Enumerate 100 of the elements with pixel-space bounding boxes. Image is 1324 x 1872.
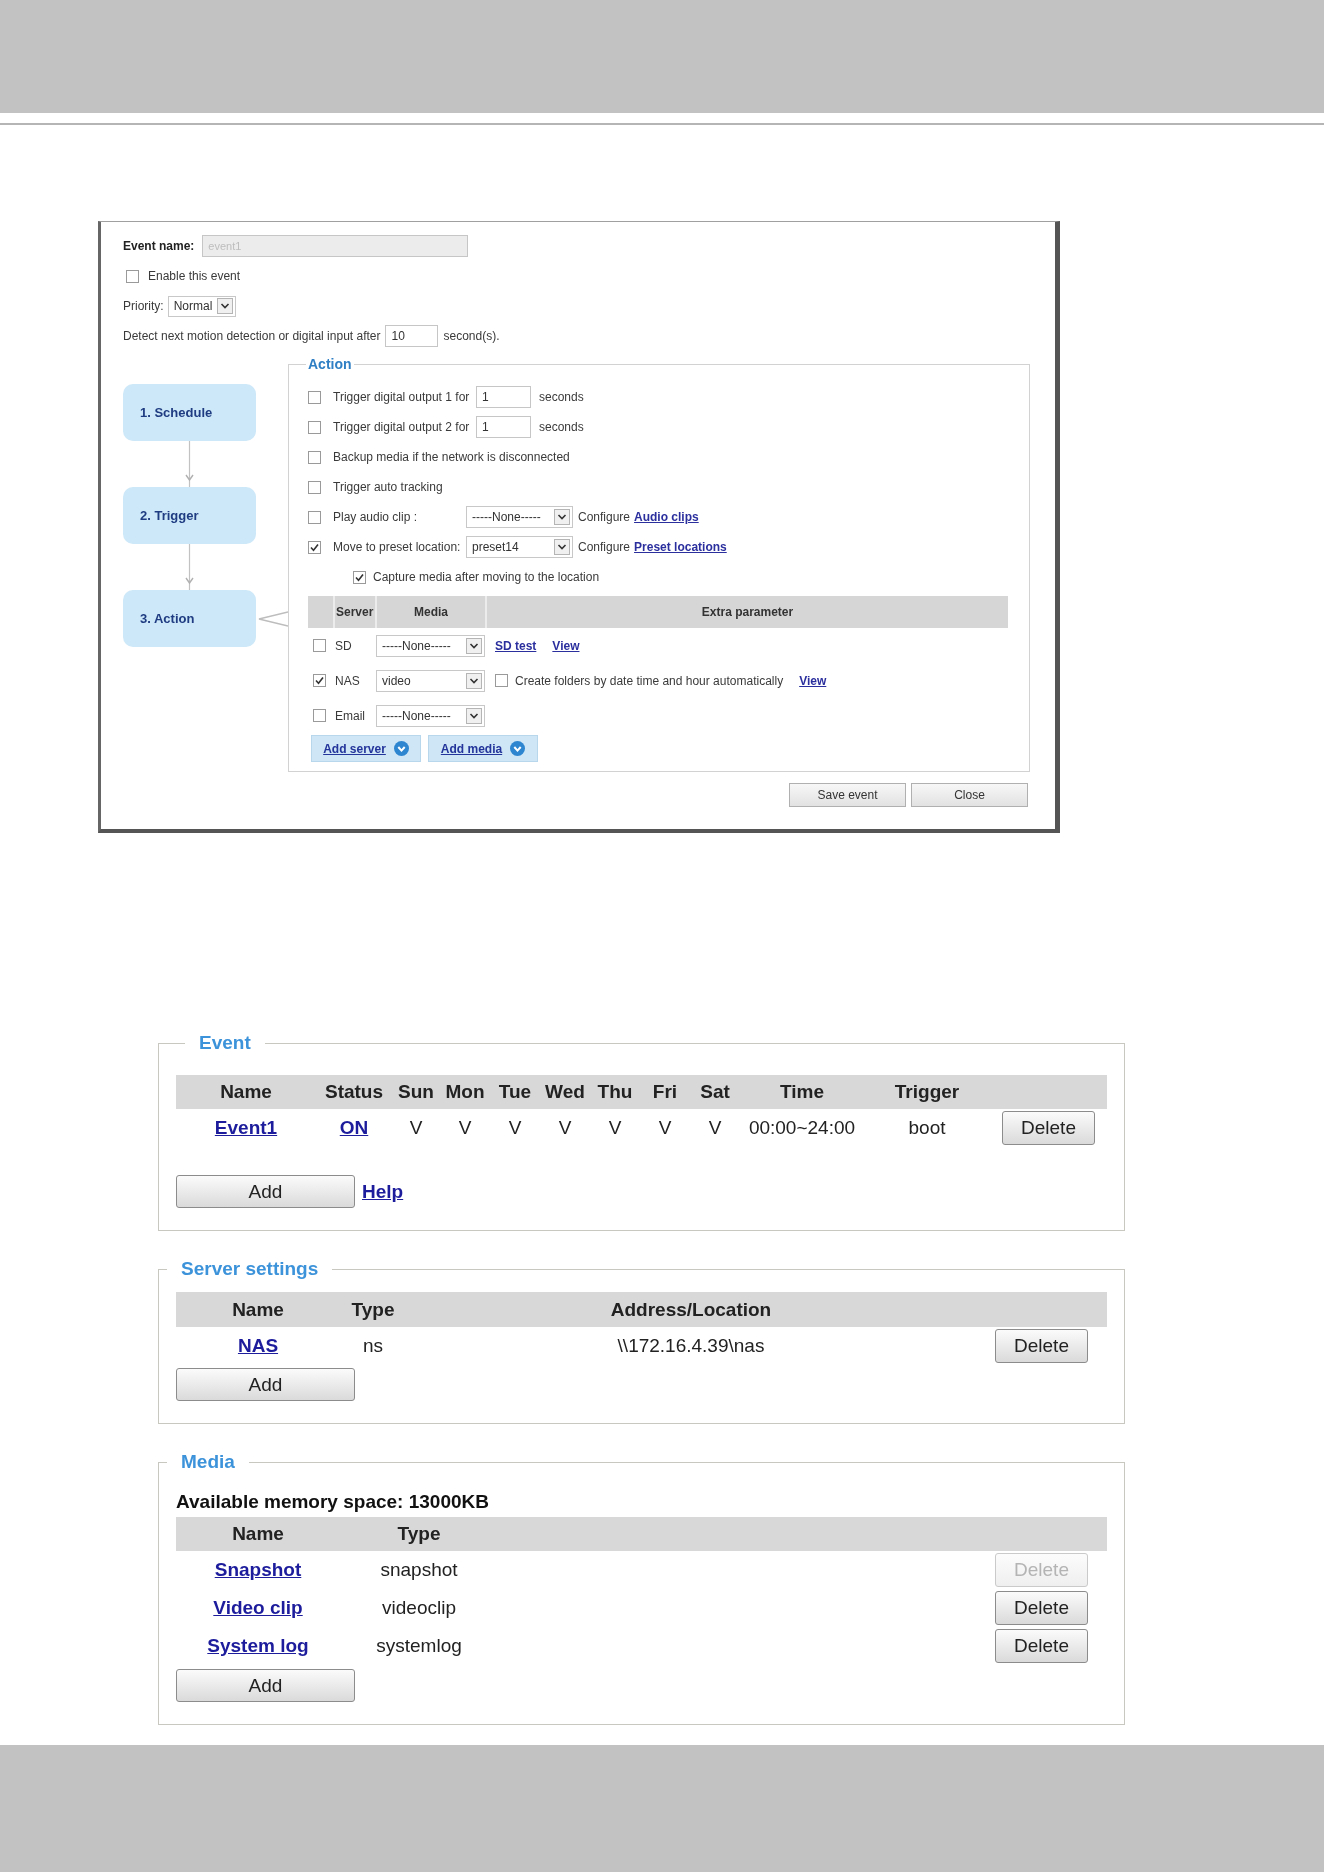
checkbox[interactable]	[353, 570, 366, 584]
step-tab[interactable]: 2. Trigger	[123, 487, 256, 544]
configure-label: Configure	[578, 510, 631, 524]
help-link[interactable]: Help	[362, 1180, 404, 1203]
option-select[interactable]: preset14	[466, 536, 573, 558]
chevron-down-icon	[466, 637, 482, 654]
table-link[interactable]: Snapshot	[214, 1559, 302, 1581]
media-select[interactable]: -----None-----	[376, 634, 485, 657]
table-link[interactable]: System log	[207, 1635, 309, 1657]
unit-label: seconds	[539, 390, 584, 404]
column-header: Mon	[444, 1081, 486, 1103]
column-header: Sat	[699, 1081, 731, 1103]
delete-button[interactable]: Delete	[995, 1629, 1088, 1663]
option-label: Trigger digital output 2 for	[333, 420, 471, 434]
table-cell-text: snapshot	[379, 1559, 459, 1581]
add-button[interactable]: Add server	[311, 735, 421, 762]
callout-pointer-icon	[258, 611, 288, 627]
checkbox[interactable]	[308, 480, 321, 494]
column-header: Name	[231, 1523, 285, 1545]
checkbox[interactable]	[313, 674, 326, 687]
table-link[interactable]: NAS	[237, 1335, 279, 1357]
column-header: Type	[350, 1298, 396, 1321]
chevron-down-icon	[216, 298, 233, 314]
chevron-down-icon	[466, 672, 482, 689]
text-link[interactable]: View	[552, 638, 580, 653]
configure-link[interactable]: Preset locations	[634, 540, 727, 554]
delay-field[interactable]: 10	[385, 325, 439, 347]
table-link[interactable]: Video clip	[213, 1597, 303, 1619]
column-header: Name	[231, 1298, 285, 1321]
checkbox[interactable]	[308, 450, 321, 464]
server-name: Email	[334, 708, 366, 723]
column-header: Type	[396, 1523, 442, 1545]
unit-label: seconds	[539, 420, 584, 434]
option-label: Backup media if the network is disconnected	[333, 450, 570, 464]
checkbox[interactable]	[308, 540, 321, 554]
option-label: Move to preset location:	[333, 540, 462, 554]
seconds-field[interactable]: 1	[476, 416, 531, 438]
delete-button[interactable]: Delete	[995, 1329, 1088, 1363]
checkbox[interactable]	[308, 510, 321, 524]
column-header: Thu	[596, 1081, 634, 1103]
delete-button[interactable]: Delete	[1002, 1111, 1095, 1145]
checkbox[interactable]	[308, 420, 321, 434]
table-cell-text: V	[707, 1117, 723, 1139]
chevron-down-icon	[554, 509, 570, 525]
chevron-down-icon	[466, 707, 482, 724]
table-cell-text: 00:00~24:00	[747, 1117, 857, 1139]
checkbox[interactable]	[495, 674, 508, 687]
checkbox-label: Create folders by date time and hour automatically	[515, 673, 784, 688]
checkbox-label: Enable this event	[148, 269, 241, 283]
column-header: Media	[375, 596, 485, 628]
priority-select[interactable]: Normal	[167, 295, 236, 317]
column-header: Server	[333, 596, 375, 628]
add-button[interactable]: Add	[176, 1669, 355, 1702]
option-label: Trigger auto tracking	[333, 480, 443, 494]
chevron-circle-icon	[510, 741, 526, 756]
configure-label: Configure	[578, 540, 631, 554]
add-button[interactable]: Add	[176, 1175, 355, 1208]
table-cell-text: V	[607, 1117, 623, 1139]
dialog-button[interactable]: Save event	[789, 783, 906, 807]
chevron-down-icon	[554, 539, 570, 555]
text-link[interactable]: View	[799, 673, 827, 688]
configure-link[interactable]: Audio clips	[634, 510, 699, 524]
step-tab[interactable]: 1. Schedule	[123, 384, 256, 441]
checkbox[interactable]	[308, 390, 321, 404]
column-header: Sun	[397, 1081, 435, 1103]
column-header: Name	[219, 1081, 273, 1103]
option-label: Trigger digital output 1 for	[333, 390, 471, 404]
column-header: Tue	[497, 1081, 533, 1103]
table-cell-text: ns	[361, 1335, 385, 1357]
add-button[interactable]: Add	[176, 1368, 355, 1401]
section-title: Media	[180, 1450, 236, 1474]
server-name: SD	[334, 638, 353, 653]
media-select[interactable]: video	[376, 669, 485, 692]
server-name: NAS	[334, 673, 361, 688]
checkbox[interactable]	[313, 639, 326, 652]
table-link[interactable]: ON	[339, 1117, 369, 1139]
add-button[interactable]: Add media	[428, 735, 538, 762]
field-label: Event name:	[123, 239, 195, 253]
media-select[interactable]: -----None-----	[376, 704, 485, 727]
table-link[interactable]: Event1	[214, 1117, 278, 1139]
column-header: Trigger	[893, 1081, 961, 1103]
checkbox[interactable]	[313, 709, 326, 722]
column-header: Status	[323, 1081, 385, 1103]
memory-info: Available memory space: 13000KB	[176, 1490, 490, 1514]
table-cell-text: videoclip	[381, 1597, 457, 1619]
text-link[interactable]: SD test	[495, 638, 537, 653]
table-cell-text: V	[457, 1117, 473, 1139]
dialog-button[interactable]: Close	[911, 783, 1028, 807]
option-label: Capture media after moving to the location	[373, 570, 600, 584]
option-select[interactable]: -----None-----	[466, 506, 573, 528]
table-cell-text: V	[657, 1117, 673, 1139]
checkbox[interactable]	[126, 269, 139, 283]
delete-button[interactable]: Delete	[995, 1591, 1088, 1625]
column-header: Time	[779, 1081, 825, 1103]
chevron-circle-icon	[393, 741, 409, 756]
table-cell-text: systemlog	[375, 1635, 463, 1657]
step-tab[interactable]: 3. Action	[123, 590, 256, 647]
seconds-field[interactable]: 1	[476, 386, 531, 408]
unit-label: second(s).	[443, 329, 500, 343]
option-label: Play audio clip :	[333, 510, 419, 524]
